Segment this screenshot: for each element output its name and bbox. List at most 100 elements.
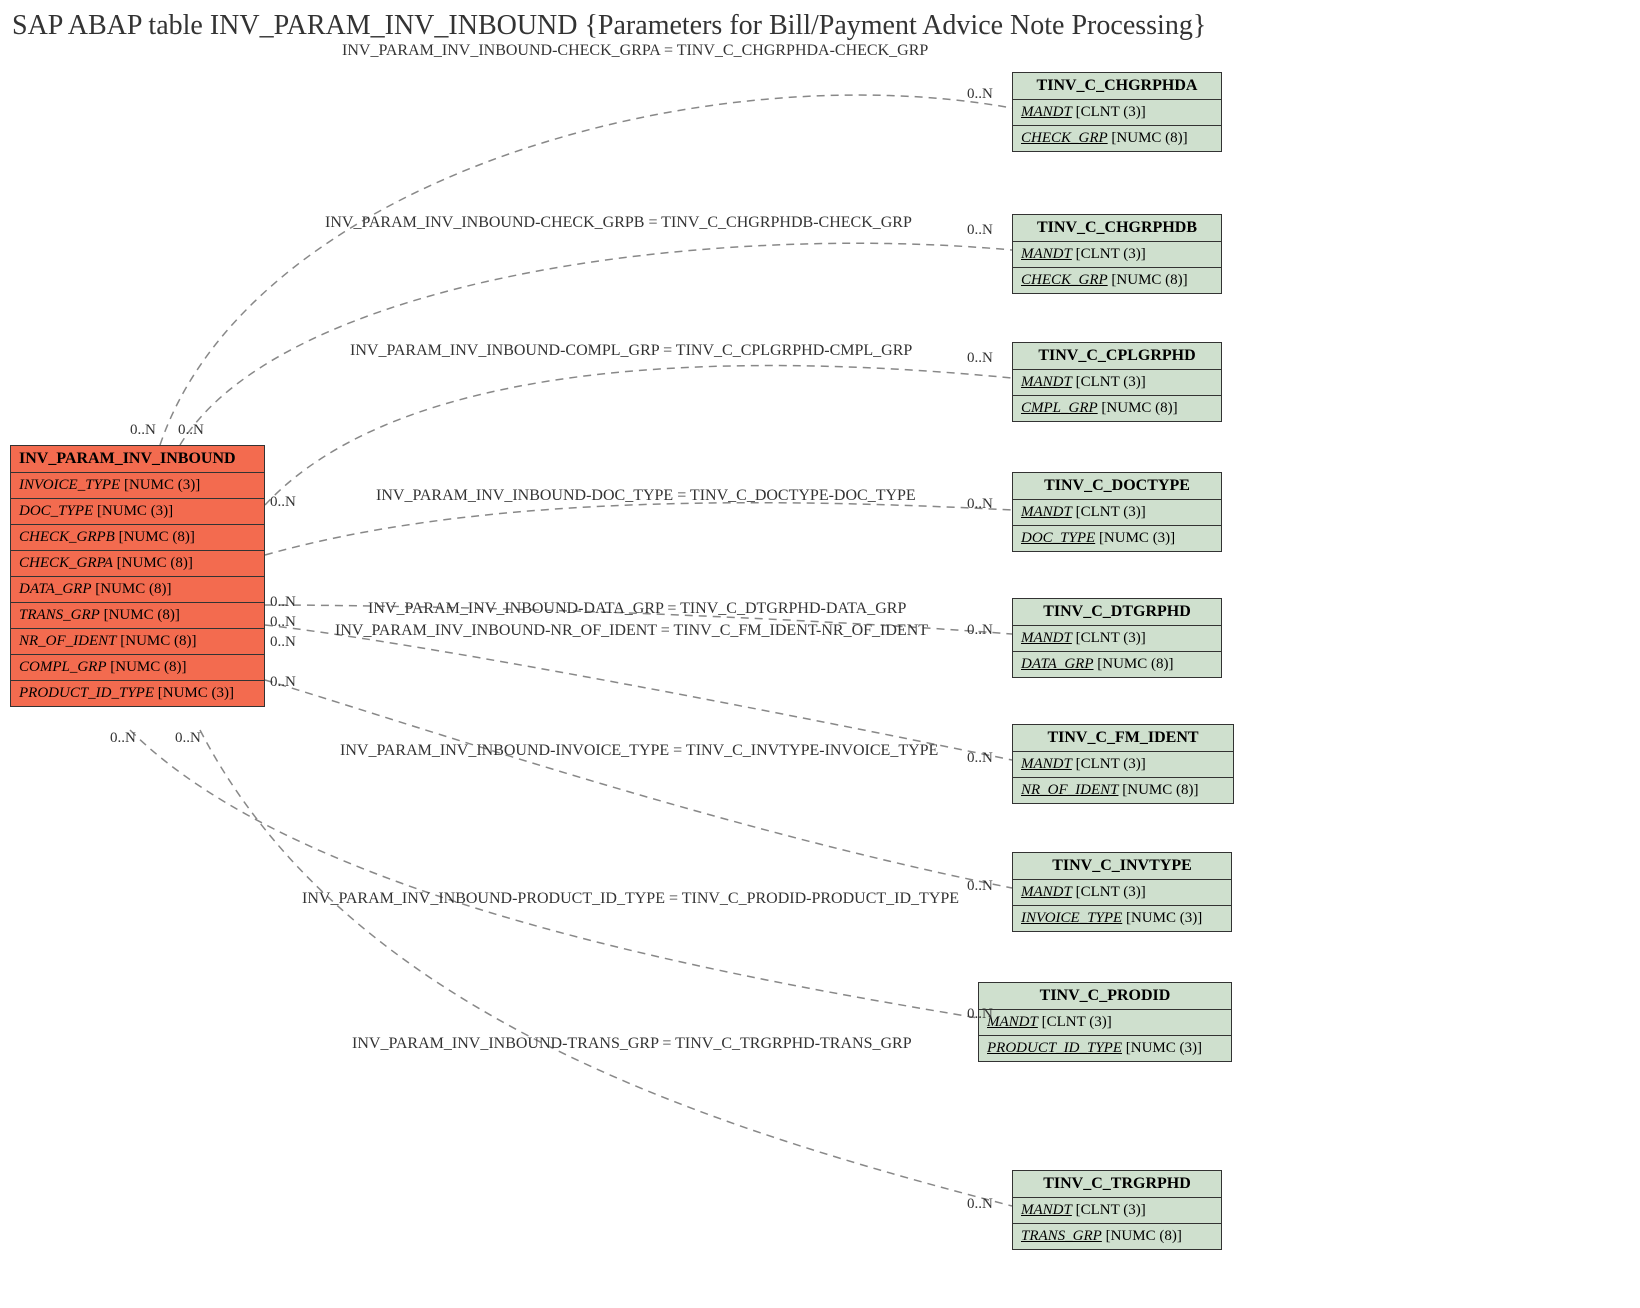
entity-field: CHECK_GRP [NUMC (8)] xyxy=(1013,268,1221,293)
cardinality-label: 0..N xyxy=(178,422,204,439)
cardinality-label: 0..N xyxy=(270,594,296,611)
entity-field: DOC_TYPE [NUMC (3)] xyxy=(1013,526,1221,551)
relation-label: INV_PARAM_INV_INBOUND-CHECK_GRPB = TINV_… xyxy=(325,214,912,232)
field-type: [CLNT (3)] xyxy=(1076,104,1146,120)
field-name: TRANS_GRP xyxy=(1021,1228,1102,1244)
field-type: [NUMC (3)] xyxy=(1126,1040,1202,1056)
field-name: MANDT xyxy=(1021,630,1072,646)
diagram-title: SAP ABAP table INV_PARAM_INV_INBOUND {Pa… xyxy=(12,10,1206,42)
cardinality-label: 0..N xyxy=(967,1196,993,1213)
entity-field: NR_OF_IDENT [NUMC (8)] xyxy=(1013,778,1233,803)
cardinality-label: 0..N xyxy=(270,634,296,651)
field-type: [NUMC (8)] xyxy=(119,529,195,545)
relation-label: INV_PARAM_INV_INBOUND-TRANS_GRP = TINV_C… xyxy=(352,1035,912,1053)
field-name: DOC_TYPE xyxy=(1021,530,1095,546)
entity-field: DOC_TYPE [NUMC (3)] xyxy=(11,499,264,525)
entity-field: MANDT [CLNT (3)] xyxy=(1013,880,1231,906)
entity-header: TINV_C_FM_IDENT xyxy=(1013,725,1233,752)
field-name: CHECK_GRPA xyxy=(19,555,113,571)
field-name: MANDT xyxy=(987,1014,1038,1030)
field-name: CMPL_GRP xyxy=(1021,400,1098,416)
entity-field: TRANS_GRP [NUMC (8)] xyxy=(1013,1224,1221,1249)
field-type: [NUMC (8)] xyxy=(117,555,193,571)
field-type: [NUMC (8)] xyxy=(1106,1228,1182,1244)
entity-tinv-c-cplgrphd: TINV_C_CPLGRPHD MANDT [CLNT (3)] CMPL_GR… xyxy=(1012,342,1222,422)
field-type: [CLNT (3)] xyxy=(1076,884,1146,900)
entity-field: TRANS_GRP [NUMC (8)] xyxy=(11,603,264,629)
entity-field: MANDT [CLNT (3)] xyxy=(1013,752,1233,778)
entity-field: MANDT [CLNT (3)] xyxy=(1013,500,1221,526)
field-type: [CLNT (3)] xyxy=(1076,374,1146,390)
entity-tinv-c-invtype: TINV_C_INVTYPE MANDT [CLNT (3)] INVOICE_… xyxy=(1012,852,1232,932)
field-name: CHECK_GRP xyxy=(1021,272,1108,288)
field-name: DATA_GRP xyxy=(19,581,92,597)
entity-field: CHECK_GRP [NUMC (8)] xyxy=(1013,126,1221,151)
field-name: MANDT xyxy=(1021,504,1072,520)
cardinality-label: 0..N xyxy=(967,1006,993,1023)
field-name: PRODUCT_ID_TYPE xyxy=(19,685,154,701)
field-name: TRANS_GRP xyxy=(19,607,100,623)
entity-field: PRODUCT_ID_TYPE [NUMC (3)] xyxy=(11,681,264,706)
field-type: [NUMC (8)] xyxy=(104,607,180,623)
entity-header: TINV_C_CHGRPHDB xyxy=(1013,215,1221,242)
entity-header: TINV_C_TRGRPHD xyxy=(1013,1171,1221,1198)
relation-label: INV_PARAM_INV_INBOUND-DOC_TYPE = TINV_C_… xyxy=(376,487,916,505)
field-type: [CLNT (3)] xyxy=(1076,630,1146,646)
entity-field: MANDT [CLNT (3)] xyxy=(979,1010,1231,1036)
field-type: [NUMC (3)] xyxy=(1126,910,1202,926)
field-type: [NUMC (8)] xyxy=(1111,272,1187,288)
field-type: [NUMC (3)] xyxy=(1099,530,1175,546)
field-type: [NUMC (3)] xyxy=(97,503,173,519)
field-type: [NUMC (8)] xyxy=(1122,782,1198,798)
cardinality-label: 0..N xyxy=(175,730,201,747)
field-type: [CLNT (3)] xyxy=(1076,246,1146,262)
cardinality-label: 0..N xyxy=(967,222,993,239)
field-name: MANDT xyxy=(1021,1202,1072,1218)
entity-field: CHECK_GRPB [NUMC (8)] xyxy=(11,525,264,551)
field-type: [NUMC (8)] xyxy=(110,659,186,675)
entity-tinv-c-chgrphda: TINV_C_CHGRPHDA MANDT [CLNT (3)] CHECK_G… xyxy=(1012,72,1222,152)
field-name: PRODUCT_ID_TYPE xyxy=(987,1040,1122,1056)
entity-field: INVOICE_TYPE [NUMC (3)] xyxy=(11,473,264,499)
field-type: [NUMC (8)] xyxy=(1111,130,1187,146)
entity-tinv-c-doctype: TINV_C_DOCTYPE MANDT [CLNT (3)] DOC_TYPE… xyxy=(1012,472,1222,552)
relation-label: INV_PARAM_INV_INBOUND-DATA_GRP = TINV_C_… xyxy=(368,600,906,618)
cardinality-label: 0..N xyxy=(967,496,993,513)
cardinality-label: 0..N xyxy=(270,494,296,511)
field-name: INVOICE_TYPE xyxy=(19,477,120,493)
cardinality-label: 0..N xyxy=(270,614,296,631)
entity-header: TINV_C_PRODID xyxy=(979,983,1231,1010)
cardinality-label: 0..N xyxy=(130,422,156,439)
entity-header: TINV_C_DTGRPHD xyxy=(1013,599,1221,626)
entity-header: TINV_C_CHGRPHDA xyxy=(1013,73,1221,100)
relation-label: INV_PARAM_INV_INBOUND-PRODUCT_ID_TYPE = … xyxy=(302,890,959,908)
field-type: [NUMC (8)] xyxy=(95,581,171,597)
field-name: COMPL_GRP xyxy=(19,659,107,675)
field-type: [CLNT (3)] xyxy=(1076,504,1146,520)
entity-field: COMPL_GRP [NUMC (8)] xyxy=(11,655,264,681)
field-type: [NUMC (8)] xyxy=(1097,656,1173,672)
entity-field: INVOICE_TYPE [NUMC (3)] xyxy=(1013,906,1231,931)
entity-tinv-c-chgrphdb: TINV_C_CHGRPHDB MANDT [CLNT (3)] CHECK_G… xyxy=(1012,214,1222,294)
cardinality-label: 0..N xyxy=(270,674,296,691)
field-type: [CLNT (3)] xyxy=(1076,1202,1146,1218)
entity-field: CMPL_GRP [NUMC (8)] xyxy=(1013,396,1221,421)
relation-label: INV_PARAM_INV_INBOUND-NR_OF_IDENT = TINV… xyxy=(335,622,928,640)
cardinality-label: 0..N xyxy=(967,878,993,895)
field-name: MANDT xyxy=(1021,756,1072,772)
field-name: INVOICE_TYPE xyxy=(1021,910,1122,926)
field-type: [NUMC (8)] xyxy=(120,633,196,649)
entity-tinv-c-prodid: TINV_C_PRODID MANDT [CLNT (3)] PRODUCT_I… xyxy=(978,982,1232,1062)
cardinality-label: 0..N xyxy=(967,750,993,767)
entity-field: CHECK_GRPA [NUMC (8)] xyxy=(11,551,264,577)
entity-field: MANDT [CLNT (3)] xyxy=(1013,100,1221,126)
entity-field: DATA_GRP [NUMC (8)] xyxy=(1013,652,1221,677)
field-name: DOC_TYPE xyxy=(19,503,93,519)
cardinality-label: 0..N xyxy=(967,622,993,639)
entity-field: NR_OF_IDENT [NUMC (8)] xyxy=(11,629,264,655)
entity-header: INV_PARAM_INV_INBOUND xyxy=(11,446,264,473)
relation-label: INV_PARAM_INV_INBOUND-INVOICE_TYPE = TIN… xyxy=(340,742,938,760)
entity-tinv-c-trgrphd: TINV_C_TRGRPHD MANDT [CLNT (3)] TRANS_GR… xyxy=(1012,1170,1222,1250)
relation-label: INV_PARAM_INV_INBOUND-COMPL_GRP = TINV_C… xyxy=(350,342,912,360)
field-name: MANDT xyxy=(1021,246,1072,262)
